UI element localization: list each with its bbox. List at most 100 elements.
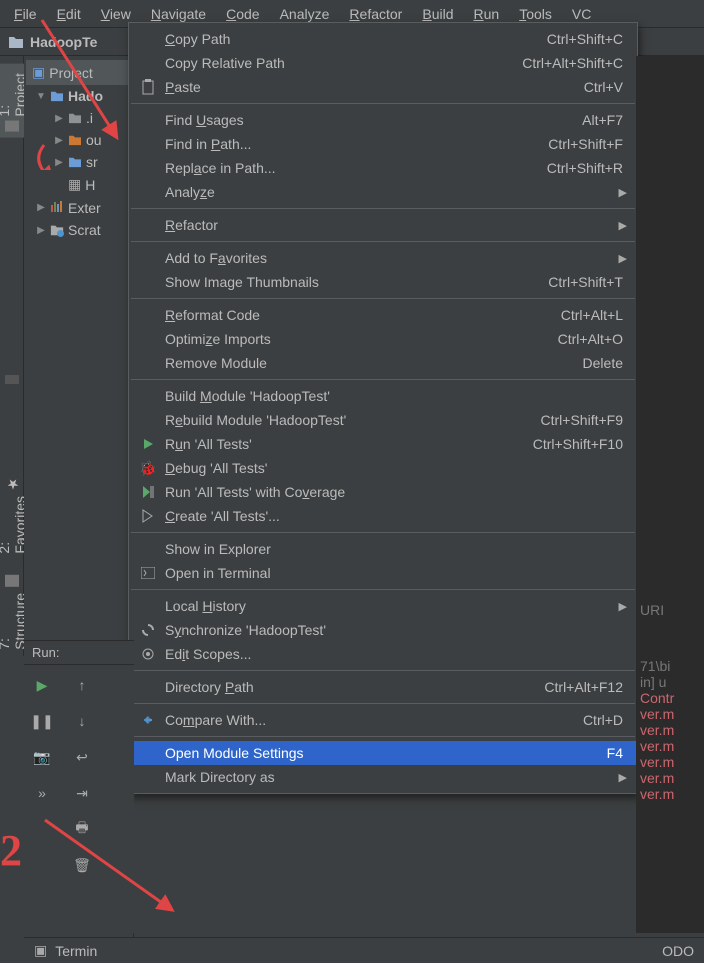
- menu-item-optimize-imports[interactable]: Optimize ImportsCtrl+Alt+O: [129, 327, 637, 351]
- menu-item-label: Find in Path...: [165, 136, 548, 152]
- tree-item-idea[interactable]: ▶ .i: [26, 107, 131, 129]
- tree-item-src[interactable]: ▶ sr: [26, 151, 131, 173]
- annotation-number: 2: [0, 825, 22, 876]
- folder-icon: [8, 35, 24, 49]
- menu-item-build-module[interactable]: Build Module 'HadoopTest': [129, 384, 637, 408]
- expand-icon[interactable]: ▶: [54, 157, 64, 168]
- menu-item-add-to-favorites[interactable]: Add to Favorites▶: [129, 246, 637, 270]
- bottom-todo[interactable]: ODO: [662, 943, 694, 959]
- menu-item-find-usages[interactable]: Find UsagesAlt+F7: [129, 108, 637, 132]
- folder-icon[interactable]: [5, 375, 19, 384]
- expand-icon[interactable]: »: [32, 783, 52, 803]
- menu-separator: [131, 736, 635, 737]
- menu-item-rebuild-module[interactable]: Rebuild Module 'HadoopTest'Ctrl+Shift+F9: [129, 408, 637, 432]
- menu-item-label: Debug 'All Tests': [165, 460, 623, 476]
- tree-item-iml[interactable]: ▶ ▦ H: [26, 173, 131, 196]
- menu-item-remove-module[interactable]: Remove ModuleDelete: [129, 351, 637, 375]
- menu-item-label: Reformat Code: [165, 307, 561, 323]
- left-gutter: 1: Project 2: Favorites ★ 7: Structure: [0, 56, 24, 656]
- tree-external-libs[interactable]: ▶ Exter: [26, 196, 131, 219]
- menu-item-directory-path[interactable]: Directory PathCtrl+Alt+F12: [129, 675, 637, 699]
- menu-separator: [131, 532, 635, 533]
- menu-item-open-in-terminal[interactable]: Open in Terminal: [129, 561, 637, 585]
- menu-item-mark-directory-as[interactable]: Mark Directory as▶: [129, 765, 637, 789]
- expand-icon[interactable]: ▼: [36, 91, 46, 102]
- down-icon[interactable]: ↓: [72, 711, 92, 731]
- menu-item-label: Run 'All Tests' with Coverage: [165, 484, 623, 500]
- star-icon: ★: [4, 476, 20, 492]
- compare-icon: [139, 711, 157, 729]
- menu-item-synchronize[interactable]: Synchronize 'HadoopTest': [129, 618, 637, 642]
- menu-item-compare-with[interactable]: Compare With...Ctrl+D: [129, 708, 637, 732]
- menu-item-label: Open in Terminal: [165, 565, 623, 581]
- pause-icon[interactable]: ❚❚: [32, 711, 52, 731]
- menu-shortcut: Ctrl+Shift+F9: [541, 412, 623, 428]
- menu-shortcut: Ctrl+Shift+R: [547, 160, 623, 176]
- menu-item-refactor[interactable]: Refactor▶: [129, 213, 637, 237]
- project-icon: [5, 121, 19, 132]
- menu-shortcut: Ctrl+V: [584, 79, 623, 95]
- menu-item-show-image-thumbnails[interactable]: Show Image ThumbnailsCtrl+Shift+T: [129, 270, 637, 294]
- menu-item-open-module-settings[interactable]: Open Module SettingsF4: [129, 741, 637, 765]
- menu-file[interactable]: File: [4, 2, 47, 26]
- wrap-icon[interactable]: ↩: [72, 747, 92, 767]
- project-tab-header[interactable]: ▣ Project: [26, 60, 131, 85]
- menu-item-copy-relative-path[interactable]: Copy Relative PathCtrl+Alt+Shift+C: [129, 51, 637, 75]
- scroll-icon[interactable]: ⇥: [72, 783, 92, 803]
- menu-item-label: Copy Path: [165, 31, 547, 47]
- menu-item-label: Find Usages: [165, 112, 582, 128]
- menu-item-find-in-path[interactable]: Find in Path...Ctrl+Shift+F: [129, 132, 637, 156]
- expand-icon[interactable]: ▶: [54, 135, 64, 146]
- menu-item-local-history[interactable]: Local History▶: [129, 594, 637, 618]
- tree-root[interactable]: ▼ Hado: [26, 85, 131, 107]
- menu-separator: [131, 703, 635, 704]
- expand-icon[interactable]: ▶: [54, 113, 64, 124]
- menu-separator: [131, 589, 635, 590]
- menu-item-label: Refactor: [165, 217, 623, 233]
- breadcrumb-project[interactable]: HadoopTe: [30, 34, 97, 50]
- menu-item-label: Create 'All Tests'...: [165, 508, 623, 524]
- print-icon[interactable]: 🖶: [72, 819, 92, 839]
- menu-item-edit-scopes[interactable]: Edit Scopes...: [129, 642, 637, 666]
- menu-item-label: Show Image Thumbnails: [165, 274, 548, 290]
- folder-icon: [68, 156, 82, 168]
- menu-item-copy-path[interactable]: Copy PathCtrl+Shift+C: [129, 27, 637, 51]
- menu-item-label: Replace in Path...: [165, 160, 547, 176]
- menu-item-label: Synchronize 'HadoopTest': [165, 622, 623, 638]
- camera-icon[interactable]: 📷: [32, 747, 52, 767]
- menu-item-label: Show in Explorer: [165, 541, 623, 557]
- menu-item-replace-in-path[interactable]: Replace in Path...Ctrl+Shift+R: [129, 156, 637, 180]
- menu-separator: [131, 103, 635, 104]
- menu-item-reformat-code[interactable]: Reformat CodeCtrl+Alt+L: [129, 303, 637, 327]
- bottom-terminal[interactable]: Termin: [55, 943, 97, 959]
- menu-item-paste[interactable]: PasteCtrl+V: [129, 75, 637, 99]
- folder-icon: [68, 134, 82, 146]
- menu-shortcut: Ctrl+Alt+Shift+C: [522, 55, 623, 71]
- menu-item-label: Open Module Settings: [165, 745, 607, 761]
- menu-item-run-all-tests[interactable]: Run 'All Tests'Ctrl+Shift+F10: [129, 432, 637, 456]
- menu-item-label: Compare With...: [165, 712, 583, 728]
- menu-shortcut: Ctrl+Shift+F: [548, 136, 623, 152]
- menu-item-run-all-tests-with-coverage[interactable]: Run 'All Tests' with Coverage: [129, 480, 637, 504]
- expand-icon[interactable]: ▶: [36, 225, 46, 236]
- menu-item-analyze[interactable]: Analyze▶: [129, 180, 637, 204]
- tree-item-out[interactable]: ▶ ou: [26, 129, 131, 151]
- up-icon[interactable]: ↑: [72, 675, 92, 695]
- rerun-icon[interactable]: ▶: [32, 675, 52, 695]
- menu-item-debug-all-tests[interactable]: 🐞Debug 'All Tests': [129, 456, 637, 480]
- menu-separator: [131, 379, 635, 380]
- submenu-arrow-icon: ▶: [619, 771, 627, 784]
- menu-item-create-all-tests[interactable]: Create 'All Tests'...: [129, 504, 637, 528]
- trash-icon[interactable]: 🗑: [72, 855, 92, 875]
- menu-item-label: Run 'All Tests': [165, 436, 533, 452]
- menu-separator: [131, 208, 635, 209]
- menu-item-show-in-explorer[interactable]: Show in Explorer: [129, 537, 637, 561]
- coverage-icon: [139, 483, 157, 501]
- terminal-icon[interactable]: ▣: [34, 942, 47, 959]
- expand-icon[interactable]: ▶: [36, 202, 46, 213]
- tree-scratches[interactable]: ▶ Scrat: [26, 219, 131, 241]
- library-icon: [50, 199, 64, 216]
- menu-edit[interactable]: Edit: [47, 2, 91, 26]
- menu-shortcut: Ctrl+Alt+O: [558, 331, 623, 347]
- menu-shortcut: F4: [607, 745, 623, 761]
